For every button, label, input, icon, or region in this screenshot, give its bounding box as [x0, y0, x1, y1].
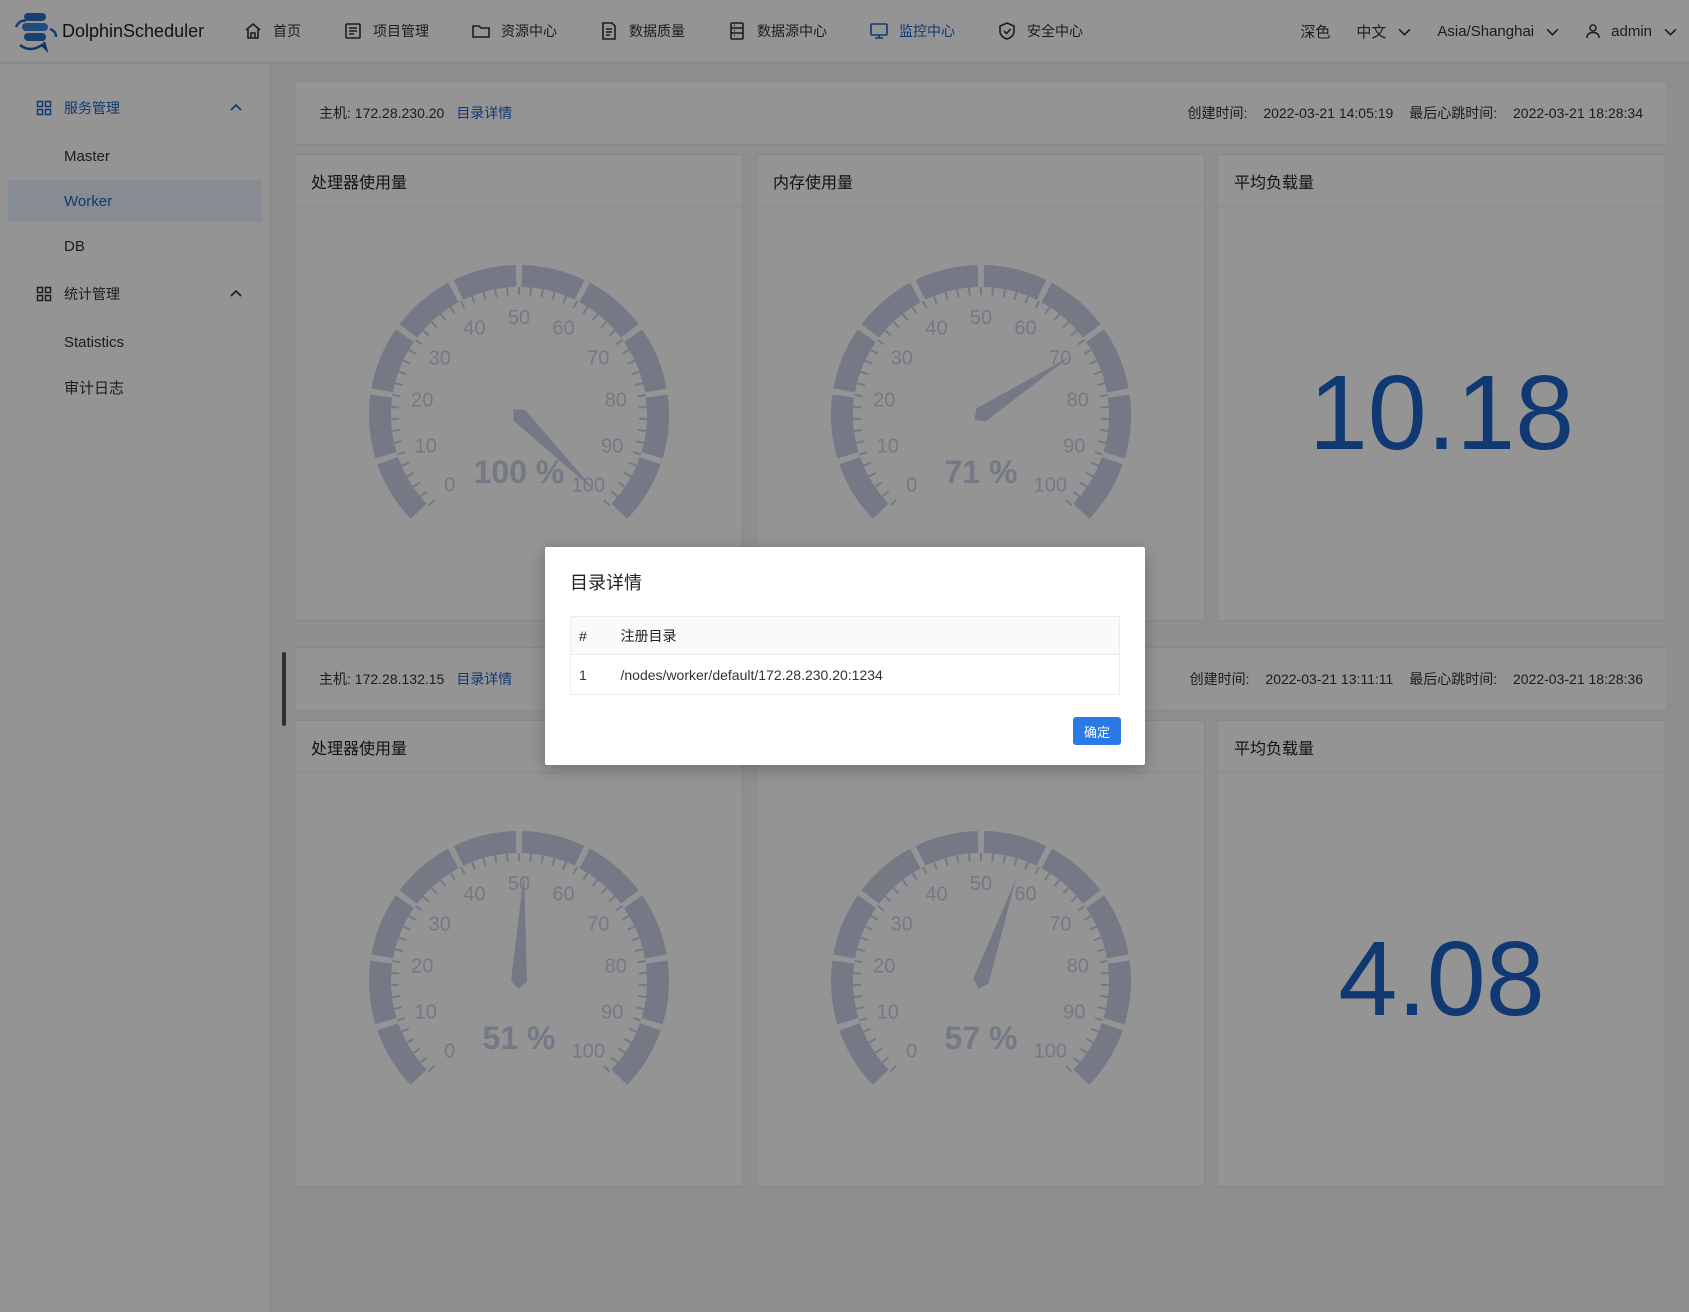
- table-row: 1 /nodes/worker/default/172.28.230.20:12…: [571, 655, 1120, 695]
- directory-detail-modal: 目录详情 # 注册目录 1 /nodes/worker/default/172.…: [545, 547, 1145, 765]
- column-header-index: #: [570, 616, 621, 655]
- directory-table: # 注册目录 1 /nodes/worker/default/172.28.23…: [570, 616, 1120, 695]
- confirm-button[interactable]: 确定: [1073, 717, 1121, 745]
- table-header-row: # 注册目录: [570, 616, 1120, 655]
- row-path: /nodes/worker/default/172.28.230.20:1234: [620, 666, 883, 683]
- row-index: 1: [579, 666, 587, 683]
- modal-title: 目录详情: [570, 573, 642, 593]
- column-header-path: 注册目录: [620, 616, 1120, 655]
